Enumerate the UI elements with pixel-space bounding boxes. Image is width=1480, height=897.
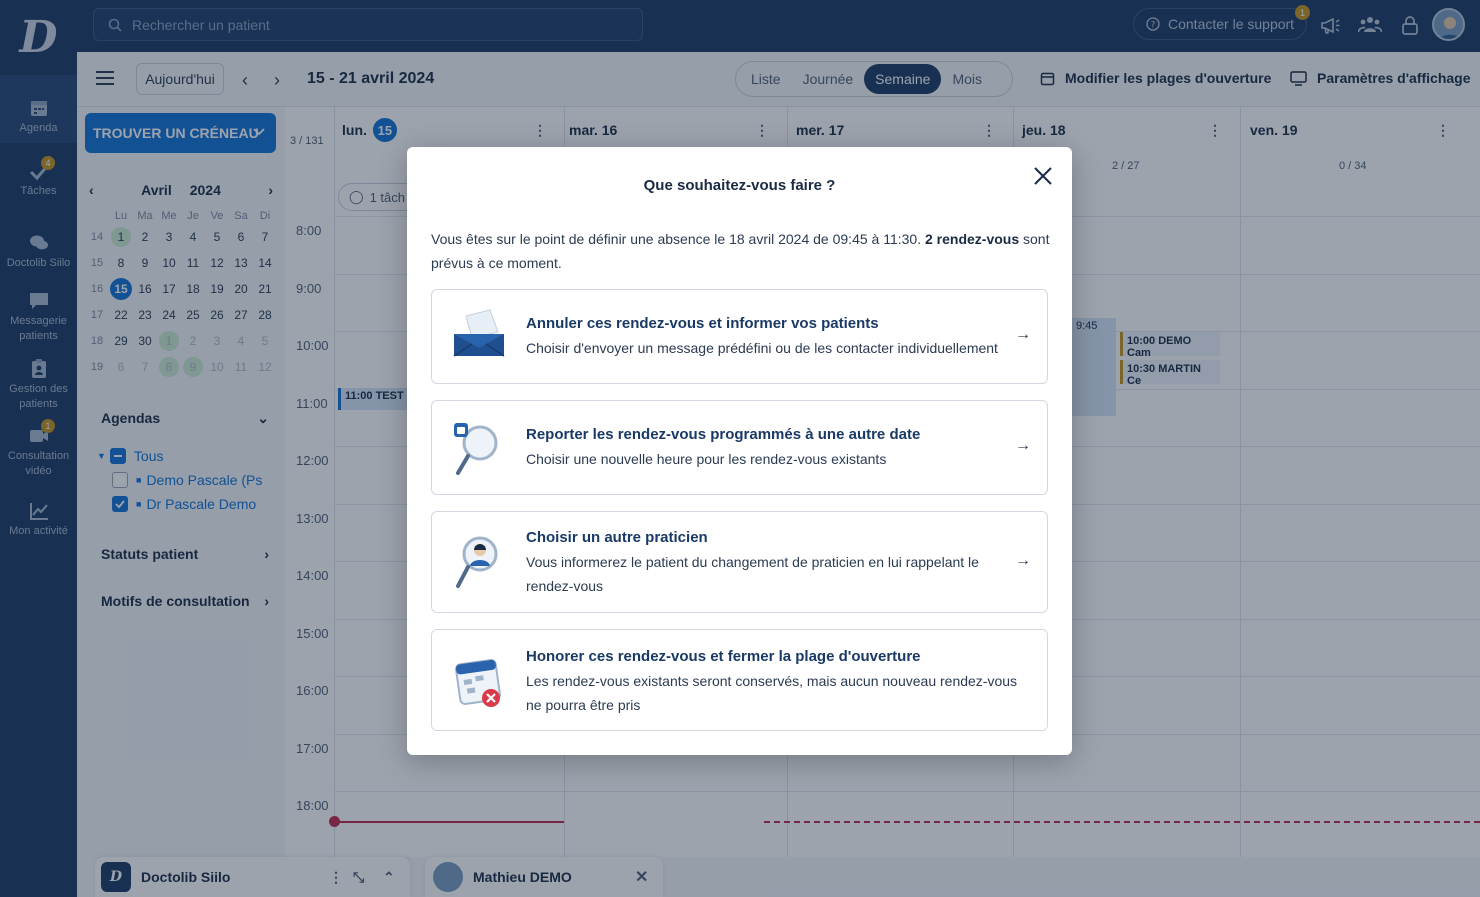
calendar-cancel-icon (455, 659, 501, 707)
option-cancel-appointments[interactable]: Annuler ces rendez-vous et informer vos … (431, 289, 1048, 384)
desc-bold: 2 rendez-vous (924, 231, 1020, 247)
option-reschedule-appointments[interactable]: Reporter les rendez-vous programmés à un… (431, 400, 1048, 495)
close-icon[interactable] (1032, 165, 1054, 187)
magnifier-doctor-icon (456, 536, 498, 588)
option-title: Honorer ces rendez-vous et fermer la pla… (526, 648, 921, 665)
option-description: Les rendez-vous existants seront conserv… (526, 673, 1018, 713)
option-description: Choisir une nouvelle heure pour les rend… (526, 451, 887, 467)
arrow-right-icon: → (1015, 326, 1031, 343)
magnifier-calendar-icon (454, 423, 498, 475)
dialog-title: Que souhaitez-vous faire ? (643, 177, 836, 194)
option-honor-and-close-slot[interactable]: Honorer ces rendez-vous et fermer la pla… (431, 629, 1048, 731)
option-title: Reporter les rendez-vous programmés à un… (526, 426, 921, 443)
dialog-description: Vous êtes sur le point de définir une ab… (431, 227, 1051, 275)
option-description: Choisir d'envoyer un message prédéfini o… (526, 340, 998, 356)
option-choose-other-practitioner[interactable]: Choisir un autre praticien Vous informer… (431, 511, 1048, 613)
option-title: Choisir un autre praticien (526, 529, 708, 546)
arrow-right-icon: → (1015, 552, 1031, 569)
mail-envelope-icon (453, 309, 505, 357)
option-description: Vous informerez le patient du changement… (526, 554, 979, 594)
option-title: Annuler ces rendez-vous et informer vos … (526, 315, 879, 332)
desc-text: Vous êtes sur le point de définir une ab… (431, 231, 925, 247)
arrow-right-icon: → (1015, 437, 1031, 454)
